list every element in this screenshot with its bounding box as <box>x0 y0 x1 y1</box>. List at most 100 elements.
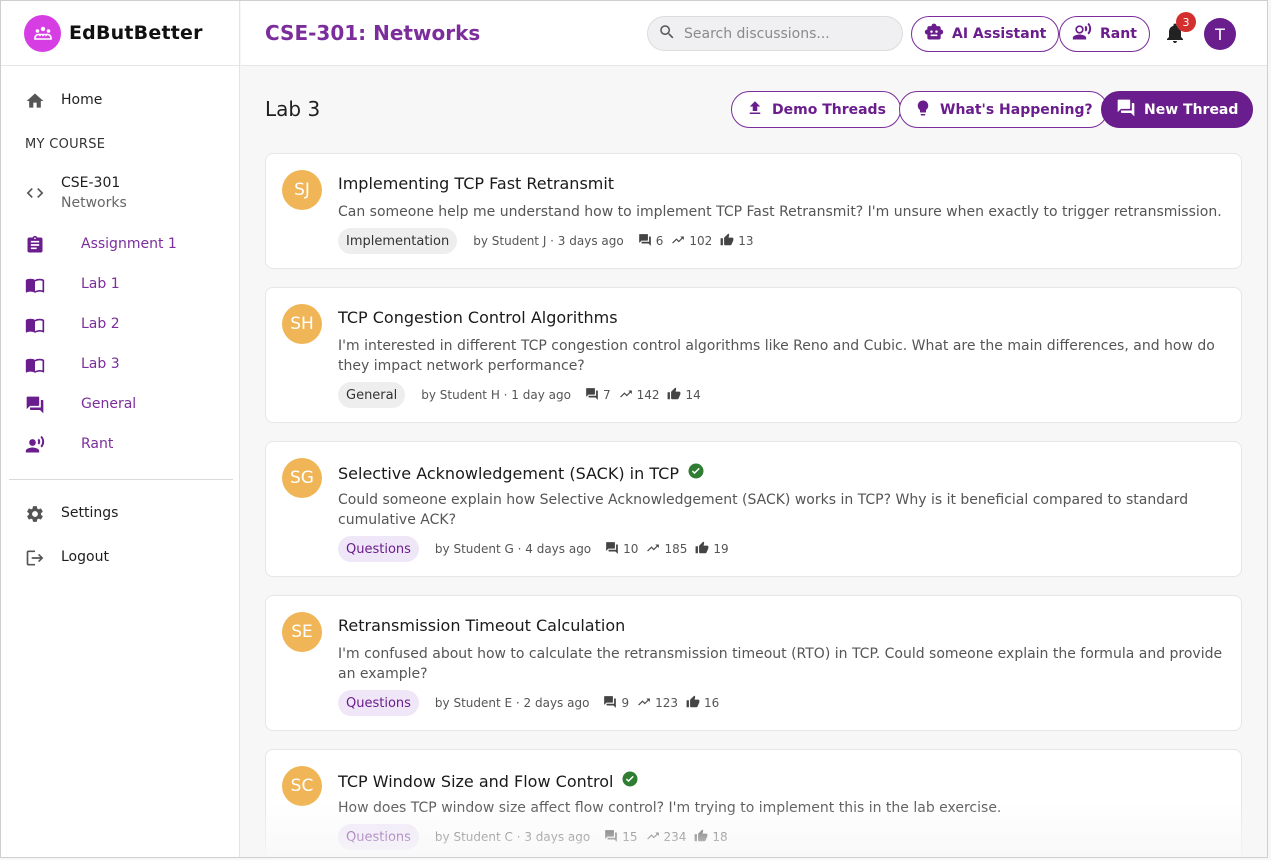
sidebar-divider <box>9 479 233 480</box>
thread-byline: by Student G · 4 days ago <box>434 542 592 556</box>
check-circle-icon <box>621 770 639 792</box>
user-avatar[interactable]: T <box>1204 18 1236 50</box>
likes-stat: 19 <box>695 541 729 558</box>
brand-logo-icon <box>24 14 61 52</box>
author-avatar: SH <box>282 304 322 344</box>
sidebar-item-label: Lab 3 <box>81 356 120 372</box>
thread-card[interactable]: SE Retransmission Timeout Calculation I'… <box>265 595 1242 731</box>
thread-title[interactable]: Retransmission Timeout Calculation <box>338 616 625 635</box>
replies-stat: 15 <box>604 829 638 846</box>
trending-icon <box>619 387 633 404</box>
thumb-up-icon <box>694 829 708 846</box>
thread-meta: Questions by Student G · 4 days ago 10 1… <box>338 536 729 562</box>
comment-icon <box>604 829 618 846</box>
assignment-icon <box>25 235 45 255</box>
demo-threads-label: Demo Threads <box>772 101 886 118</box>
thread-card[interactable]: SJ Implementing TCP Fast Retransmit Can … <box>265 153 1242 269</box>
record-voice-icon <box>1072 22 1092 46</box>
check-circle-icon <box>687 462 705 484</box>
sidebar-item-label: Lab 2 <box>81 316 120 332</box>
views-stat: 123 <box>637 695 678 712</box>
sidebar-item-logout[interactable]: Logout <box>1 546 240 570</box>
thread-title[interactable]: Selective Acknowledgement (SACK) in TCP <box>338 462 705 484</box>
likes-stat: 16 <box>686 695 719 712</box>
views-stat: 102 <box>671 233 712 250</box>
sidebar-item-lab-2[interactable]: Lab 2 <box>1 313 240 337</box>
notification-badge: 3 <box>1176 12 1196 32</box>
thread-card[interactable]: SH TCP Congestion Control Algorithms I'm… <box>265 287 1242 423</box>
thread-title[interactable]: TCP Congestion Control Algorithms <box>338 308 618 327</box>
sidebar-item-home[interactable]: Home <box>1 89 240 113</box>
search-bar[interactable] <box>647 16 903 51</box>
sidebar-item-rant[interactable]: Rant <box>1 433 240 457</box>
comment-icon <box>585 387 599 404</box>
forum-icon <box>1116 98 1136 122</box>
replies-stat: 6 <box>638 233 663 250</box>
thread-preview: Can someone help me understand how to im… <box>338 204 1222 220</box>
demo-threads-button[interactable]: Demo Threads <box>731 91 901 128</box>
sidebar-item-lab-3[interactable]: Lab 3 <box>1 353 240 377</box>
thread-card[interactable]: SC TCP Window Size and Flow Control How … <box>265 749 1242 857</box>
replies-stat: 9 <box>603 695 629 712</box>
trending-icon <box>637 695 651 712</box>
course-code[interactable]: CSE-301 <box>61 175 120 191</box>
sidebar-item-label: Lab 1 <box>81 276 120 292</box>
search-input[interactable] <box>684 25 884 42</box>
section-label-my-course: MY COURSE <box>25 137 106 152</box>
upload-icon <box>746 99 764 121</box>
thread-title[interactable]: Implementing TCP Fast Retransmit <box>338 174 614 193</box>
category-tag[interactable]: Questions <box>338 536 419 562</box>
rant-button[interactable]: Rant <box>1059 16 1150 52</box>
ai-assistant-label: AI Assistant <box>952 26 1047 42</box>
thread-meta: General by Student H · 1 day ago 7 142 1… <box>338 382 701 408</box>
thread-byline: by Student E · 2 days ago <box>434 696 590 710</box>
thread-byline: by Student C · 3 days ago <box>434 830 591 844</box>
trending-icon <box>671 233 685 250</box>
sidebar-item-assignment-1[interactable]: Assignment 1 <box>1 233 240 257</box>
ai-assistant-button[interactable]: AI Assistant <box>911 16 1060 52</box>
category-tag[interactable]: Questions <box>338 690 419 716</box>
thumb-up-icon <box>695 541 709 558</box>
thread-preview: Could someone explain how Selective Ackn… <box>338 492 1189 528</box>
likes-stat: 18 <box>694 829 728 846</box>
book-icon <box>25 315 45 335</box>
forum-icon <box>25 395 45 415</box>
brand[interactable]: EdButBetter <box>1 1 239 66</box>
gear-icon <box>25 504 45 524</box>
logout-icon <box>25 548 45 568</box>
new-thread-button[interactable]: New Thread <box>1101 91 1254 128</box>
rant-label: Rant <box>1100 26 1137 42</box>
sidebar-item-label: Rant <box>81 436 114 452</box>
author-avatar: SG <box>282 458 322 498</box>
trending-icon <box>646 829 660 846</box>
category-tag[interactable]: General <box>338 382 406 408</box>
thread-preview: How does TCP window size affect flow con… <box>338 800 1002 816</box>
scrollbar[interactable] <box>1267 67 1268 537</box>
app-frame: EdButBetter Home MY COURSE CSE-301 Netwo… <box>0 0 1268 858</box>
category-tag[interactable]: Implementation <box>338 228 458 254</box>
views-stat: 185 <box>646 541 687 558</box>
sidebar-item-lab-1[interactable]: Lab 1 <box>1 273 240 297</box>
likes-stat: 14 <box>667 387 701 404</box>
course-title: CSE-301: Networks <box>265 21 481 45</box>
thread-preview: I'm interested in different TCP congesti… <box>338 338 1215 374</box>
thread-title[interactable]: TCP Window Size and Flow Control <box>338 770 639 792</box>
category-tag[interactable]: Questions <box>338 824 419 850</box>
new-thread-label: New Thread <box>1144 101 1239 118</box>
author-avatar: SJ <box>282 170 322 210</box>
code-icon <box>25 183 45 203</box>
replies-stat: 7 <box>585 387 611 404</box>
book-icon <box>25 355 45 375</box>
sidebar-item-settings[interactable]: Settings <box>1 502 240 526</box>
comment-icon <box>603 695 617 712</box>
comment-icon <box>605 541 619 558</box>
thumb-up-icon <box>686 695 700 712</box>
thread-card[interactable]: SG Selective Acknowledgement (SACK) in T… <box>265 441 1242 577</box>
sidebar-item-general[interactable]: General <box>1 393 240 417</box>
sidebar-item-label: General <box>81 396 137 412</box>
trending-icon <box>646 541 660 558</box>
whats-happening-button[interactable]: What's Happening? <box>899 91 1108 128</box>
sidebar: EdButBetter Home MY COURSE CSE-301 Netwo… <box>1 1 240 857</box>
page-title: Lab 3 <box>265 97 321 121</box>
sidebar-settings-label: Settings <box>61 505 119 521</box>
